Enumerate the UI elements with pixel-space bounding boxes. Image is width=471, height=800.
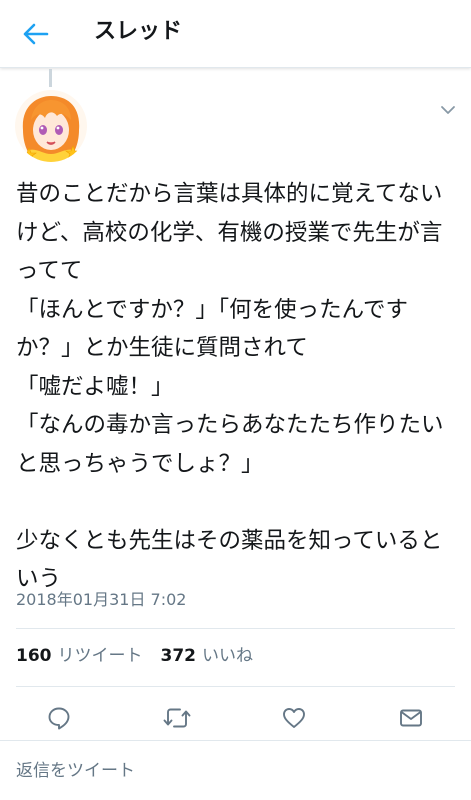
- like-label: いいね: [202, 646, 253, 666]
- tweet-text: 昔のことだから言葉は具体的に覚えてないけど、高校の化学、有機の授業で先生が言って…: [16, 181, 444, 592]
- avatar[interactable]: [15, 90, 87, 162]
- divider: [16, 686, 455, 687]
- tweet-actions: [0, 700, 471, 736]
- divider: [0, 740, 471, 741]
- divider: [16, 628, 455, 629]
- tweet-timestamp[interactable]: 2018年01月31日 7:02: [16, 588, 186, 612]
- avatar-illustration: [15, 90, 87, 162]
- like-count: 372: [160, 646, 197, 666]
- tweet-menu-button[interactable]: [438, 100, 458, 120]
- thread-connector-line: [49, 69, 52, 87]
- direct-message-button[interactable]: [393, 700, 429, 736]
- retweet-count: 160: [16, 646, 52, 666]
- retweet-button[interactable]: [159, 700, 195, 736]
- page-title: スレッド: [94, 19, 183, 44]
- tweet-stats: 160 リツイート 372 いいね: [16, 644, 271, 668]
- reply-icon: [48, 707, 70, 730]
- retweet-count-link[interactable]: 160 リツイート: [16, 644, 143, 668]
- top-app-bar: スレッド: [0, 0, 471, 68]
- heart-icon: [283, 708, 305, 728]
- chevron-down-icon: [441, 106, 455, 114]
- like-button[interactable]: [276, 700, 312, 736]
- reply-input[interactable]: 返信をツイート: [16, 758, 135, 784]
- retweet-label: リツイート: [57, 646, 143, 666]
- back-arrow-icon: [23, 23, 49, 45]
- envelope-icon: [400, 709, 422, 727]
- like-count-link[interactable]: 372 いいね: [161, 644, 254, 668]
- reply-button[interactable]: [41, 700, 77, 736]
- back-button[interactable]: [16, 16, 56, 52]
- retweet-icon: [163, 708, 191, 728]
